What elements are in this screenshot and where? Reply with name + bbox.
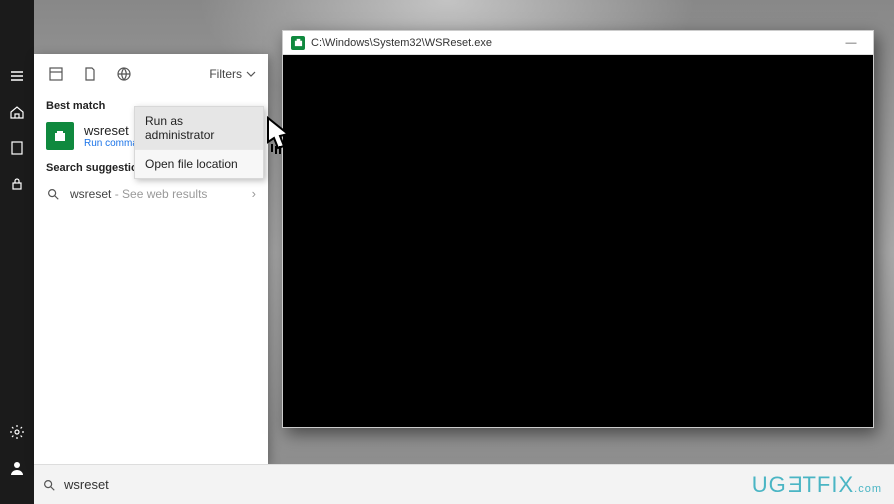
- taskbar-search-value: wsreset: [64, 477, 109, 492]
- left-sidebar: [0, 0, 34, 504]
- suggestion-subtitle: See web results: [122, 187, 207, 201]
- cursor-pointer-icon: [258, 112, 306, 165]
- search-icon: [42, 478, 56, 492]
- context-open-file-location[interactable]: Open file location: [135, 150, 263, 178]
- context-menu: Run as administrator Open file location: [134, 106, 264, 179]
- web-tab-icon[interactable]: [108, 58, 140, 90]
- watermark: UGETFIX.com: [752, 472, 882, 498]
- suggestion-item[interactable]: wsreset - See web results ›: [34, 178, 268, 209]
- suggestion-term: wsreset: [70, 187, 111, 201]
- chevron-down-icon: [246, 69, 256, 79]
- window-title: C:\Windows\System32\WSReset.exe: [311, 37, 492, 49]
- lock-icon[interactable]: [0, 166, 34, 202]
- filters-label: Filters: [209, 67, 242, 81]
- filters-button[interactable]: Filters: [209, 67, 262, 81]
- taskbar-search[interactable]: wsreset: [42, 477, 272, 492]
- context-run-as-admin[interactable]: Run as administrator: [135, 107, 263, 150]
- menu-icon[interactable]: [0, 58, 34, 94]
- apps-tab-icon[interactable]: [40, 58, 72, 90]
- documents-tab-icon[interactable]: [74, 58, 106, 90]
- search-icon: [46, 187, 60, 201]
- apps-icon[interactable]: [0, 130, 34, 166]
- minimize-button[interactable]: —: [837, 33, 865, 53]
- chevron-right-icon: ›: [252, 186, 256, 201]
- console-window: C:\Windows\System32\WSReset.exe —: [282, 30, 874, 428]
- home-icon[interactable]: [0, 94, 34, 130]
- user-icon[interactable]: [0, 450, 34, 486]
- app-window-icon: [291, 36, 305, 50]
- settings-icon[interactable]: [0, 414, 34, 450]
- console-body[interactable]: [283, 55, 873, 427]
- titlebar[interactable]: C:\Windows\System32\WSReset.exe —: [283, 31, 873, 55]
- store-icon: [46, 122, 74, 150]
